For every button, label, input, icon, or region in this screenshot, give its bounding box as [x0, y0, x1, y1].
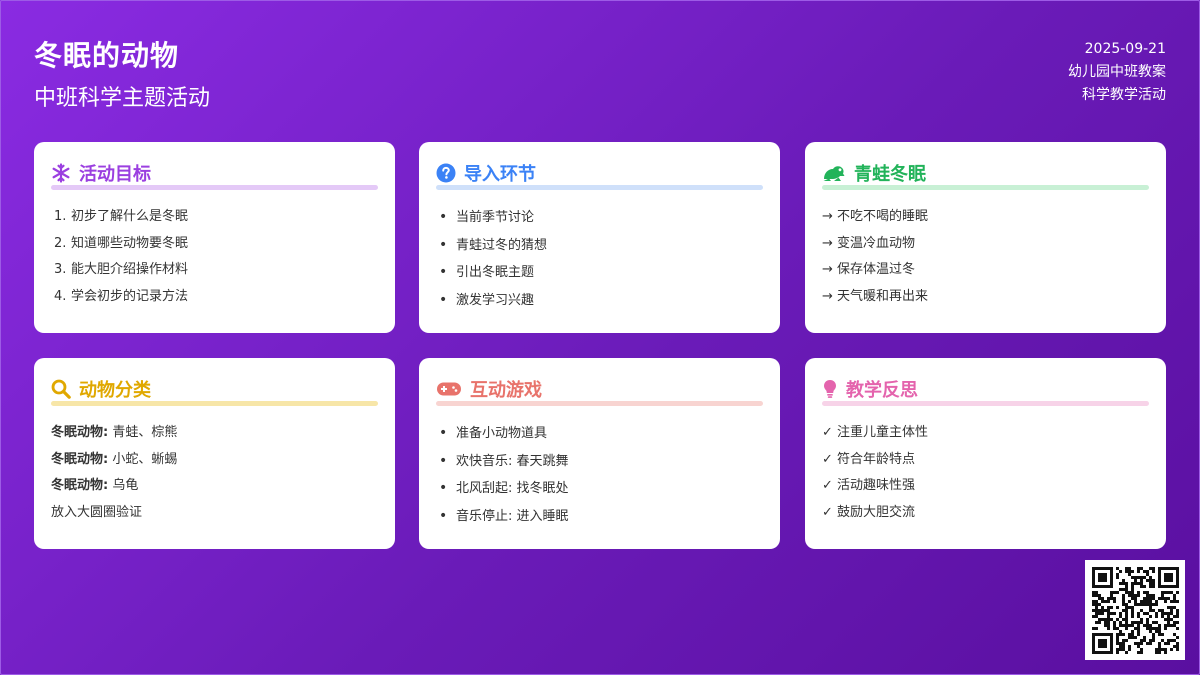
list-item: 冬眠动物: 小蛇、蜥蜴: [51, 447, 378, 474]
item-text: 放入大圆圈验证: [51, 504, 143, 520]
list-item: 冬眠动物: 乌龟: [51, 473, 378, 500]
card-introduction: 导入环节 当前季节讨论 青蛙过冬的猜想 引出冬眠主题 激发学习兴趣: [419, 142, 780, 333]
list-item: 激发学习兴趣: [436, 287, 763, 315]
list-item: ✓ 活动趣味性强: [822, 478, 916, 493]
item-number: 2.: [54, 235, 67, 251]
goal-list: 1. 初步了解什么是冬眠 2. 知道哪些动物要冬眠 3. 能大胆介绍操作材料 4. 学会…: [51, 204, 378, 310]
card-header: 动物分类: [51, 378, 378, 401]
card-header: 教学反思: [822, 378, 1149, 401]
list-item: 1. 初步了解什么是冬眠: [51, 204, 378, 231]
qr-code: [1085, 560, 1185, 660]
search-icon: [51, 379, 71, 399]
card-frog-hibernation: 青蛙冬眠 → 不吃不喝的睡眠 → 变温冷血动物 → 保存体温过冬 → 天气暖和再…: [805, 142, 1166, 333]
item-text: 能大胆介绍操作材料: [71, 262, 189, 277]
game-steps-list: 准备小动物道具 欢快音乐: 春天跳舞 北风刮起: 找冬眠处 音乐停止: 进入睡眠: [436, 420, 763, 530]
item-label: 冬眠动物:: [51, 478, 109, 493]
card-title: 教学反思: [846, 380, 918, 401]
list-item: → 天气暖和再出来: [822, 288, 929, 304]
classification-list: 冬眠动物: 青蛙、棕熊 冬眠动物: 小蛇、蜥蜴 冬眠动物: 乌龟 放入大圆圈验证: [51, 420, 378, 526]
list-item: ✓ 符合年龄特点: [822, 451, 916, 467]
frog-icon: [822, 163, 846, 183]
date-label: 2025-09-21: [1084, 41, 1166, 57]
card-title: 互动游戏: [470, 380, 542, 401]
card-title: 青蛙冬眠: [854, 164, 926, 185]
list-item: 准备小动物道具: [436, 420, 763, 448]
frog-facts-list: → 不吃不喝的睡眠 → 变温冷血动物 → 保存体温过冬 → 天气暖和再出来: [822, 204, 1149, 310]
card-activity-goals: 活动目标 1. 初步了解什么是冬眠 2. 知道哪些动物要冬眠 3. 能大胆介绍操作材料…: [34, 142, 395, 333]
list-item: → 变温冷血动物: [822, 235, 916, 251]
list-item: 欢快音乐: 春天跳舞: [436, 448, 763, 476]
class-label: 幼儿园中班教案: [1068, 64, 1166, 80]
list-item: 北风刮起: 找冬眠处: [436, 475, 763, 503]
card-animal-classification: 动物分类 冬眠动物: 青蛙、棕熊 冬眠动物: 小蛇、蜥蜴 冬眠动物: 乌龟 放入…: [34, 358, 395, 549]
list-item: 2. 知道哪些动物要冬眠: [51, 231, 378, 258]
list-item: 当前季节讨论: [436, 204, 763, 232]
list-item: ✓ 鼓励大胆交流: [822, 504, 916, 520]
list-item: → 保存体温过冬: [822, 262, 916, 277]
card-header: 互动游戏: [436, 378, 763, 401]
item-label: 冬眠动物:: [51, 451, 109, 467]
item-text: 乌龟: [108, 478, 139, 493]
list-item: 引出冬眠主题: [436, 259, 763, 287]
item-text: 小蛇、蜥蜴: [108, 451, 178, 467]
reflection-list: ✓ 注重儿童主体性 ✓ 符合年龄特点 ✓ 活动趣味性强 ✓ 鼓励大胆交流: [822, 420, 1149, 526]
item-number: 1.: [54, 209, 67, 224]
qr-code-image: [1085, 560, 1185, 660]
card-title: 导入环节: [464, 164, 536, 185]
card-header: 活动目标: [51, 162, 378, 185]
list-item: ✓ 注重儿童主体性: [822, 425, 929, 440]
item-text: 学会初步的记录方法: [71, 288, 189, 304]
card-header: 导入环节: [436, 162, 763, 185]
question-circle-icon: [436, 163, 456, 183]
category-label: 科学教学活动: [1082, 87, 1166, 103]
header-meta: 2025-09-21 幼儿园中班教案 科学教学活动: [1068, 38, 1166, 107]
list-item: 青蛙过冬的猜想: [436, 232, 763, 260]
item-text: 青蛙、棕熊: [108, 425, 178, 440]
lightbulb-icon: [822, 379, 838, 399]
card-teaching-reflection: 教学反思 ✓ 注重儿童主体性 ✓ 符合年龄特点 ✓ 活动趣味性强 ✓ 鼓励大胆交…: [805, 358, 1166, 549]
item-label: 冬眠动物:: [51, 425, 109, 440]
list-item: 3. 能大胆介绍操作材料: [51, 257, 378, 284]
card-header: 青蛙冬眠: [822, 162, 1149, 185]
page-title: 冬眠的动物: [34, 39, 180, 72]
item-text: 知道哪些动物要冬眠: [71, 235, 189, 251]
item-text: 初步了解什么是冬眠: [71, 209, 189, 224]
page-subtitle: 中班科学主题活动: [34, 86, 211, 111]
intro-list: 当前季节讨论 青蛙过冬的猜想 引出冬眠主题 激发学习兴趣: [436, 204, 763, 314]
item-number: 4.: [54, 288, 67, 304]
card-interactive-game: 互动游戏 准备小动物道具 欢快音乐: 春天跳舞 北风刮起: 找冬眠处 音乐停止:…: [419, 358, 780, 549]
list-item: 冬眠动物: 青蛙、棕熊: [51, 420, 378, 447]
gamepad-icon: [436, 379, 462, 399]
card-title: 动物分类: [79, 380, 151, 401]
list-item: 放入大圆圈验证: [51, 500, 378, 527]
item-number: 3.: [54, 262, 67, 277]
card-title: 活动目标: [79, 164, 151, 185]
snowflake-icon: [51, 163, 71, 183]
list-item: → 不吃不喝的睡眠: [822, 209, 929, 224]
list-item: 音乐停止: 进入睡眠: [436, 503, 763, 531]
list-item: 4. 学会初步的记录方法: [51, 284, 378, 311]
